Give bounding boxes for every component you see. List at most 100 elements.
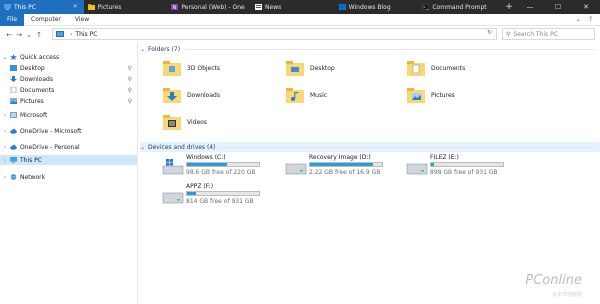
sidebar-item-label: This PC xyxy=(20,156,42,164)
drive-free-space: 98.6 GB free of 220 GB xyxy=(186,169,256,176)
folder-desktop[interactable]: Desktop xyxy=(285,56,395,80)
desktop-folder-icon xyxy=(286,61,304,76)
chevron-down-icon[interactable]: ⌄ xyxy=(140,46,148,53)
tab-command-prompt[interactable]: >_ Command Prompt xyxy=(418,0,502,14)
back-button[interactable]: ← xyxy=(4,31,14,39)
tab-view[interactable]: View xyxy=(68,14,96,26)
sidebar-item-network[interactable]: › Network xyxy=(0,172,138,182)
pin-icon[interactable]: ⚲ xyxy=(128,65,132,72)
drive-free-space: 814 GB free of 931 GB xyxy=(186,198,254,205)
drive-free-space: 2.22 GB free of 16.9 GB xyxy=(309,169,381,176)
sidebar-item-quick-access[interactable]: ⌄ Quick access xyxy=(0,52,138,62)
minimize-button[interactable]: — xyxy=(516,0,544,14)
drive-filez-e[interactable]: FILEZ (E:) 898 GB free of 931 GB xyxy=(406,154,518,182)
close-button[interactable]: ✕ xyxy=(572,0,600,14)
tab-computer[interactable]: Computer xyxy=(24,14,68,26)
tab-file[interactable]: File xyxy=(0,13,25,26)
new-tab-button[interactable]: + xyxy=(502,0,516,14)
sidebar-item-microsoft[interactable]: › Microsoft xyxy=(0,110,138,120)
address-bar[interactable]: › This PC xyxy=(52,28,497,40)
tab-this-pc[interactable]: This PC ✕ xyxy=(0,0,84,14)
tab-label: Windows Blog xyxy=(348,3,391,11)
cloud-icon xyxy=(10,128,17,134)
chevron-down-icon[interactable]: ⌄ xyxy=(0,54,10,61)
sidebar-item-label: Desktop xyxy=(20,64,45,72)
sidebar-item-onedrive-microsoft[interactable]: › OneDrive - Microsoft xyxy=(0,126,138,136)
chevron-right-icon[interactable]: › xyxy=(0,157,10,164)
sidebar-divider xyxy=(137,42,138,304)
folder-name: Desktop xyxy=(310,64,335,72)
content-pane: ⌄ Folders (7) 3D Objects Desktop Documen… xyxy=(140,42,600,304)
group-title: Folders (7) xyxy=(148,45,181,53)
sidebar-item-label: Microsoft xyxy=(20,111,48,119)
windows-drive-icon xyxy=(162,159,184,175)
folder-videos[interactable]: Videos xyxy=(162,110,272,134)
maximize-button[interactable]: ☐ xyxy=(544,0,572,14)
drive-usage-bar xyxy=(430,162,504,167)
drive-recovery-d[interactable]: Recovery Image (D:) 2.22 GB free of 16.9… xyxy=(285,154,397,182)
help-icon[interactable]: ? xyxy=(589,16,592,23)
download-arrow-icon xyxy=(10,76,17,82)
tab-label: Pictures xyxy=(97,3,122,11)
network-icon xyxy=(10,174,17,180)
folder-music[interactable]: Music xyxy=(285,83,395,107)
chevron-right-icon[interactable]: › xyxy=(0,112,10,119)
navigation-pane: ⌄ Quick access Desktop ⚲ Downloads ⚲ Doc… xyxy=(0,42,138,304)
folder-name: Downloads xyxy=(187,91,220,99)
sidebar-item-label: Network xyxy=(20,173,46,181)
up-button[interactable]: ↑ xyxy=(34,31,44,39)
drive-name: Windows (C:) xyxy=(186,154,226,161)
chevron-right-icon: › xyxy=(70,30,73,38)
hard-drive-icon xyxy=(406,163,428,175)
folders-group-header[interactable]: ⌄ Folders (7) xyxy=(140,44,600,54)
desktop-icon xyxy=(10,65,17,71)
drive-appz-f[interactable]: APPZ (F:) 814 GB free of 931 GB xyxy=(162,183,274,211)
sidebar-item-documents[interactable]: Documents ⚲ xyxy=(0,85,138,95)
pin-icon[interactable]: ⚲ xyxy=(128,76,132,83)
group-divider xyxy=(185,48,595,50)
search-input[interactable]: ⚲ Search This PC xyxy=(502,28,595,40)
close-tab-icon[interactable]: ✕ xyxy=(73,3,78,10)
sidebar-item-desktop[interactable]: Desktop ⚲ xyxy=(0,63,138,73)
pin-icon[interactable]: ⚲ xyxy=(128,98,132,105)
ribbon-tabs: File Computer View ⌄ ? xyxy=(0,13,600,26)
forward-button[interactable]: → xyxy=(14,31,24,39)
chevron-right-icon[interactable]: › xyxy=(0,128,10,135)
documents-folder-icon xyxy=(407,61,425,76)
folder-pictures[interactable]: Pictures xyxy=(406,83,516,107)
pin-icon[interactable]: ⚲ xyxy=(128,87,132,94)
tab-pictures[interactable]: Pictures xyxy=(84,0,168,14)
drive-usage-bar xyxy=(186,191,260,196)
recent-locations-button[interactable]: ⌄ xyxy=(24,31,34,39)
sidebar-item-pictures[interactable]: Pictures ⚲ xyxy=(0,96,138,106)
drive-free-space: 898 GB free of 931 GB xyxy=(430,169,498,176)
folder-name: Videos xyxy=(187,118,207,126)
svg-text:>_: >_ xyxy=(423,5,429,10)
folder-3d-objects[interactable]: 3D Objects xyxy=(162,56,272,80)
svg-text:N: N xyxy=(173,5,177,10)
expand-ribbon-icon[interactable]: ⌄ xyxy=(576,16,581,23)
folder-documents[interactable]: Documents xyxy=(406,56,516,80)
drive-usage-fill xyxy=(310,163,373,166)
document-icon xyxy=(10,87,17,93)
tab-windows-blog[interactable]: Windows Blog xyxy=(335,0,419,14)
chevron-right-icon[interactable]: › xyxy=(0,174,10,181)
sidebar-item-label: Documents xyxy=(20,86,55,94)
chevron-right-icon[interactable]: › xyxy=(0,144,10,151)
cloud-icon xyxy=(10,144,17,150)
refresh-button[interactable]: ↻ xyxy=(487,29,492,36)
drive-windows-c[interactable]: Windows (C:) 98.6 GB free of 220 GB xyxy=(162,154,274,182)
chevron-down-icon[interactable]: ⌄ xyxy=(140,144,148,151)
sidebar-item-this-pc[interactable]: › This PC xyxy=(0,155,138,165)
drive-usage-bar xyxy=(186,162,260,167)
devices-group-header[interactable]: ⌄ Devices and drives (4) xyxy=(140,142,600,152)
tab-label: News xyxy=(265,3,282,11)
drive-usage-fill xyxy=(187,163,227,166)
tab-personal-onedrive[interactable]: N Personal (Web) - One xyxy=(167,0,251,14)
sidebar-item-onedrive-personal[interactable]: › OneDrive - Personal xyxy=(0,142,138,152)
window-controls: — ☐ ✕ xyxy=(516,0,600,14)
sidebar-item-downloads[interactable]: Downloads ⚲ xyxy=(0,74,138,84)
tab-news[interactable]: News xyxy=(251,0,335,14)
drive-usage-bar xyxy=(309,162,383,167)
folder-downloads[interactable]: Downloads xyxy=(162,83,272,107)
